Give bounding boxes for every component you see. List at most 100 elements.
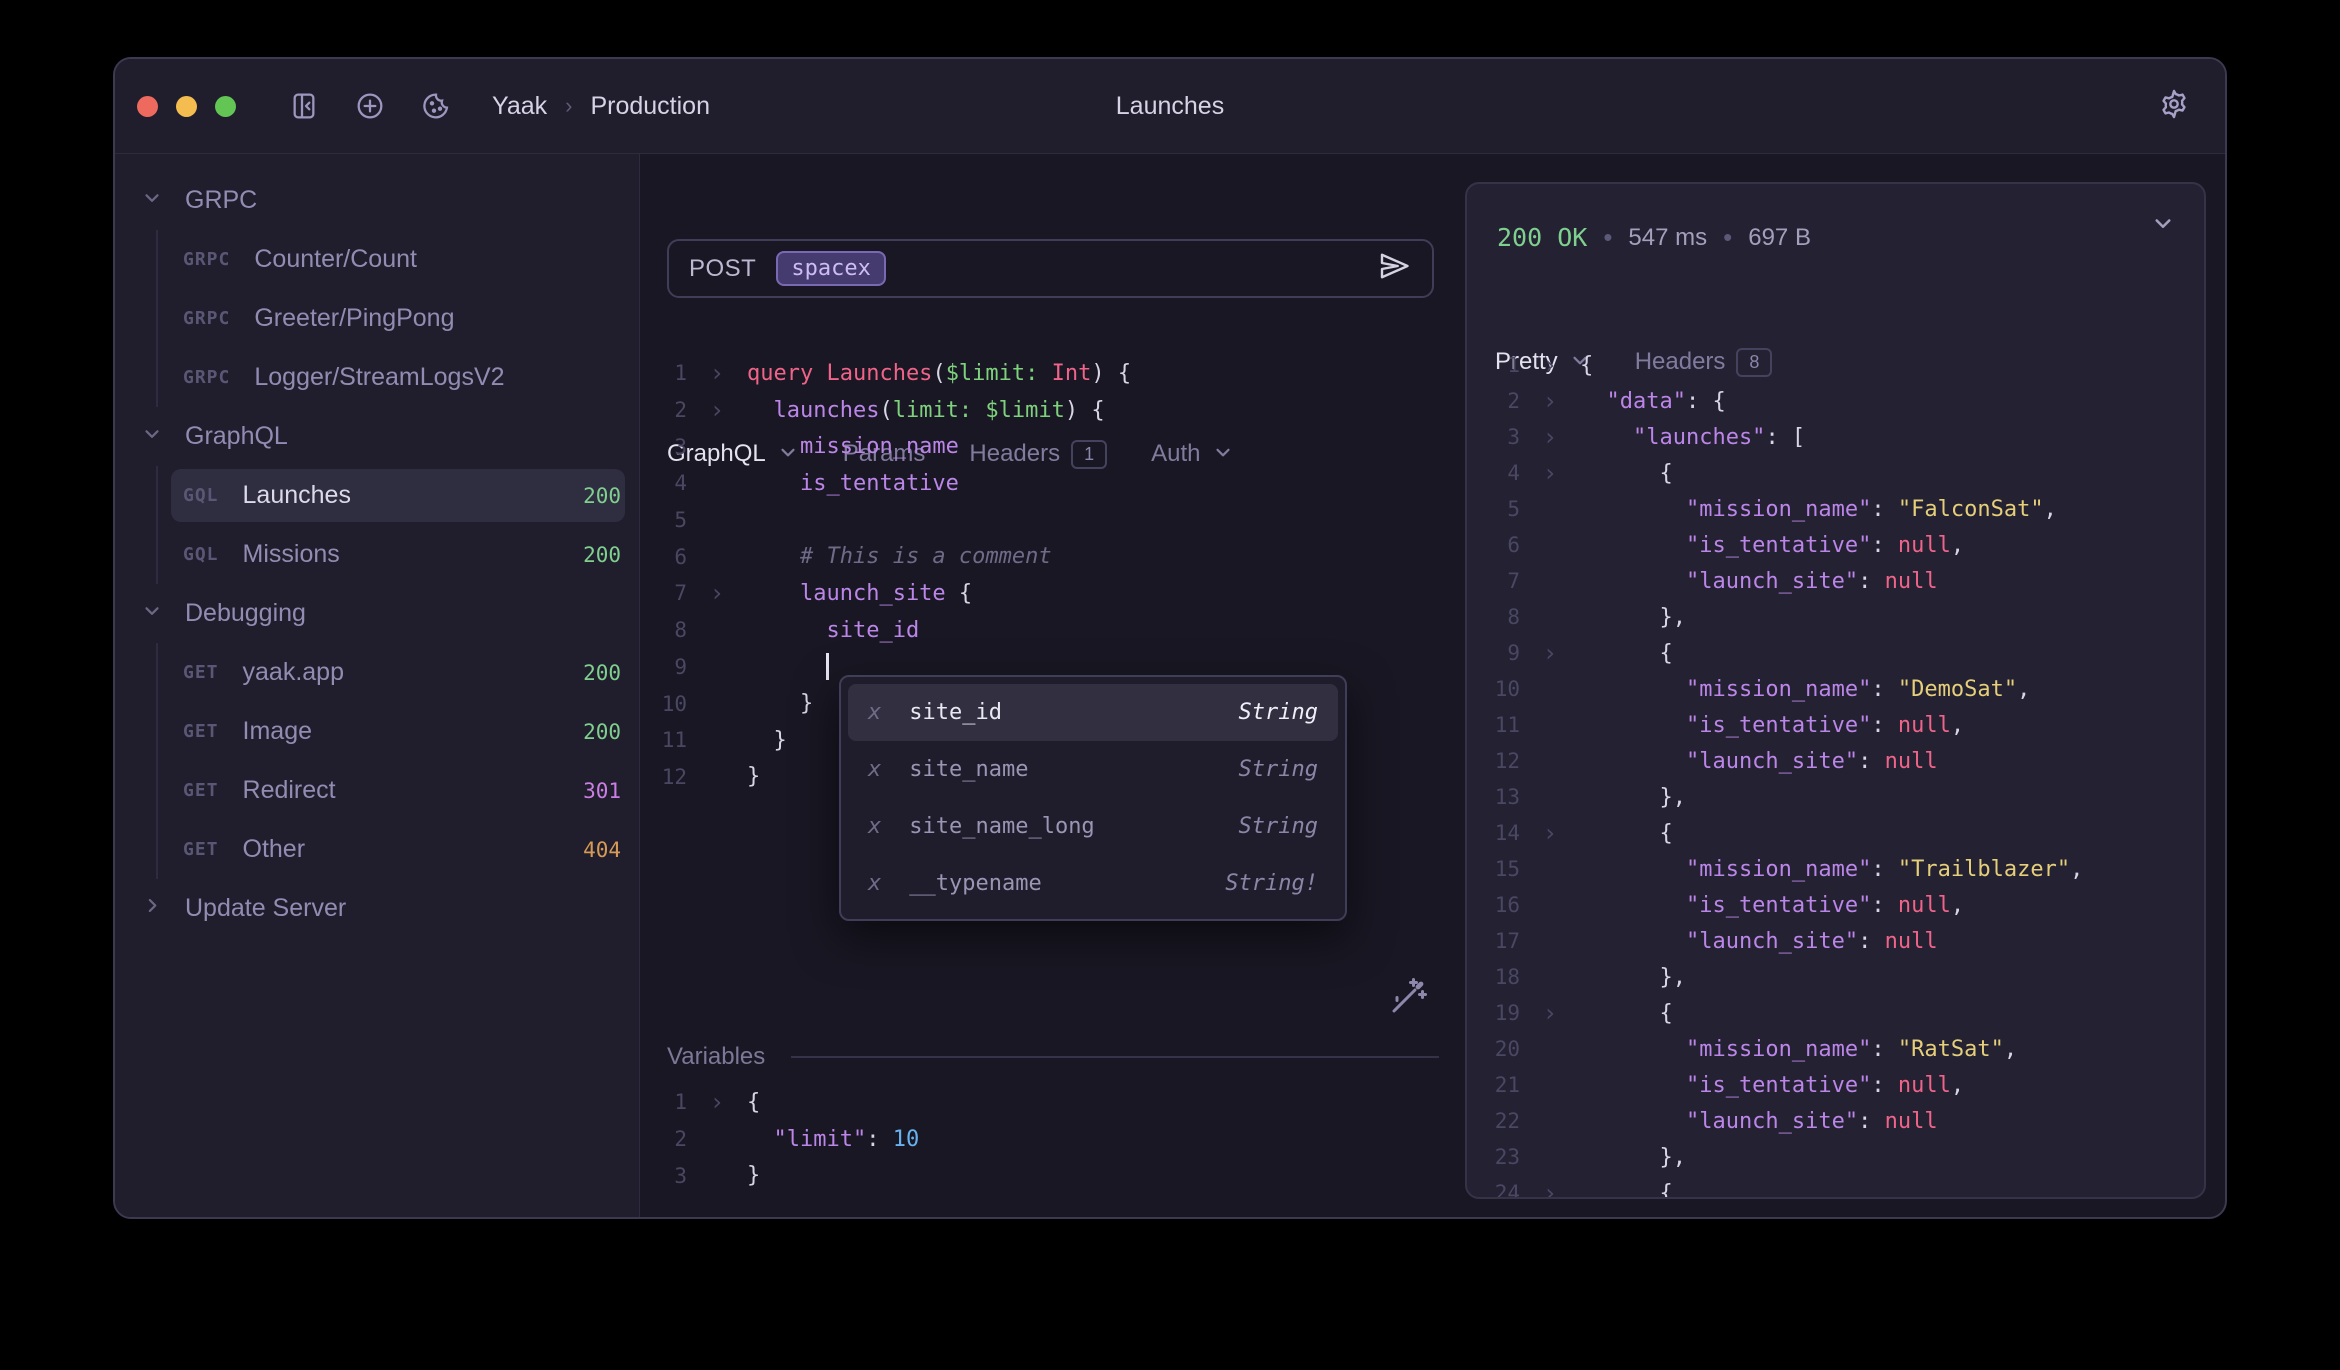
fold-chevron-icon[interactable]: › (687, 396, 747, 424)
settings-gear-icon[interactable] (2157, 87, 2191, 126)
fold-chevron-icon[interactable]: › (1520, 999, 1580, 1027)
suggestion-label: site_name (909, 757, 1028, 782)
sidebar-item-logger-streamlogsv2[interactable]: GRPCLogger/StreamLogsV2 (115, 348, 639, 407)
status-code-badge: 200 (583, 720, 621, 744)
sidebar-item-redirect[interactable]: GETRedirect301 (115, 761, 639, 820)
url-bar[interactable]: POST spacex (667, 239, 1434, 298)
code-line: 5 "mission_name": "FalconSat", (1467, 491, 2204, 527)
titlebar: Yaak › Production Launches (115, 59, 2225, 154)
line-number: 1 (640, 361, 687, 385)
chevron-down-icon[interactable] (141, 599, 163, 628)
code-text: "launch_site": null (1580, 929, 1938, 954)
variables-editor[interactable]: 1›{2 "limit": 103} (640, 1084, 1465, 1194)
code-line: 2› "data": { (1467, 383, 2204, 419)
code-line: 4 is_tentative (640, 465, 1465, 502)
suggestion-label: site_name_long (909, 814, 1094, 839)
line-number: 19 (1467, 1001, 1520, 1025)
request-method-tag: GET (183, 780, 219, 801)
line-number: 10 (640, 692, 687, 716)
new-request-icon[interactable] (354, 90, 386, 122)
suggestion-label: __typename (909, 871, 1041, 896)
response-body-viewer[interactable]: 1›{2› "data": {3› "launches": [4› {5 "mi… (1467, 347, 2204, 1199)
cookie-icon[interactable] (420, 90, 452, 122)
sidebar-item-update-server[interactable]: Update Server (115, 879, 639, 938)
sidebar-item-missions[interactable]: GQLMissions200 (115, 525, 639, 584)
sidebar-item-other[interactable]: GETOther404 (115, 820, 639, 879)
fold-chevron-icon[interactable]: › (1520, 351, 1580, 379)
sidebar-item-image[interactable]: GETImage200 (115, 702, 639, 761)
response-menu-chevron-icon[interactable] (2148, 208, 2178, 243)
code-text: "is_tentative": null, (1580, 713, 1964, 738)
indent-guide (156, 820, 158, 879)
response-duration: 547 ms (1628, 224, 1707, 252)
chevron-down-icon[interactable] (141, 422, 163, 451)
fold-chevron-icon[interactable]: › (1520, 1179, 1580, 1199)
close-window-button[interactable] (137, 96, 158, 117)
line-number: 22 (1467, 1109, 1520, 1133)
send-request-icon[interactable] (1376, 248, 1412, 289)
code-text: } (747, 1163, 760, 1188)
status-code-badge: 301 (583, 779, 621, 803)
code-line: 23 }, (1467, 1139, 2204, 1175)
request-method-tag: GET (183, 662, 219, 683)
status-code-badge: 404 (583, 838, 621, 862)
sidebar-item-launches[interactable]: GQLLaunches200 (115, 466, 639, 525)
sidebar-item-counter-count[interactable]: GRPCCounter/Count (115, 230, 639, 289)
line-number: 20 (1467, 1037, 1520, 1061)
line-number: 23 (1467, 1145, 1520, 1169)
code-text: }, (1580, 785, 1686, 810)
chevron-right-icon[interactable] (141, 894, 163, 923)
fold-chevron-icon[interactable]: › (687, 359, 747, 387)
indent-guide (156, 702, 158, 761)
url-template-tag[interactable]: spacex (776, 251, 885, 286)
sidebar-item-yaak-app[interactable]: GETyaak.app200 (115, 643, 639, 702)
code-text: "mission_name": "DemoSat", (1580, 677, 2030, 702)
request-method-tag: GQL (183, 544, 219, 565)
line-number: 11 (640, 728, 687, 752)
autocomplete-item-site-name-long[interactable]: xsite_name_longString (848, 798, 1338, 855)
code-text: { (1580, 461, 1673, 486)
code-text: { (747, 1090, 760, 1115)
fold-chevron-icon[interactable]: › (1520, 423, 1580, 451)
code-text: { (1580, 1001, 1673, 1026)
fold-chevron-icon[interactable]: › (687, 579, 747, 607)
code-line: 2 "limit": 10 (640, 1121, 1465, 1158)
autocomplete-item-site-name[interactable]: xsite_nameString (848, 741, 1338, 798)
field-kind-icon: x (868, 700, 881, 725)
code-text: "launches": [ (1580, 425, 1805, 450)
variables-divider (791, 1056, 1439, 1058)
request-label: Image (243, 717, 312, 746)
chevron-down-icon[interactable] (141, 186, 163, 215)
field-kind-icon: x (868, 757, 881, 782)
code-text: "is_tentative": null, (1580, 533, 1964, 558)
autocomplete-item-site-id[interactable]: xsite_idString (848, 684, 1338, 741)
line-number: 15 (1467, 857, 1520, 881)
environment-name[interactable]: Production (590, 92, 710, 121)
sidebar-item-greeter-pingpong[interactable]: GRPCGreeter/PingPong (115, 289, 639, 348)
code-line: 7 "launch_site": null (1467, 563, 2204, 599)
workspace-name[interactable]: Yaak (492, 92, 547, 121)
code-text: launch_site { (747, 581, 972, 606)
fold-chevron-icon[interactable]: › (1520, 819, 1580, 847)
code-text (747, 653, 829, 680)
fold-chevron-icon[interactable]: › (1520, 459, 1580, 487)
sidebar-item-debugging[interactable]: Debugging (115, 584, 639, 643)
field-kind-icon: x (868, 871, 881, 896)
line-number: 8 (640, 618, 687, 642)
fold-chevron-icon[interactable]: › (1520, 639, 1580, 667)
sidebar-item-graphql[interactable]: GraphQL (115, 407, 639, 466)
indent-guide (156, 643, 158, 702)
format-magic-wand-icon[interactable] (1382, 972, 1430, 1020)
fold-chevron-icon[interactable]: › (687, 1088, 747, 1116)
sidebar-item-grpc[interactable]: GRPC (115, 171, 639, 230)
code-text: site_id (747, 618, 919, 643)
indent-guide (156, 289, 158, 348)
autocomplete-item-typename[interactable]: x__typenameString! (848, 855, 1338, 912)
code-text: { (1580, 821, 1673, 846)
fold-chevron-icon[interactable]: › (1520, 387, 1580, 415)
zoom-window-button[interactable] (215, 96, 236, 117)
indent-guide (156, 525, 158, 584)
line-number: 2 (1467, 389, 1520, 413)
sidebar-toggle-icon[interactable] (288, 90, 320, 122)
minimize-window-button[interactable] (176, 96, 197, 117)
